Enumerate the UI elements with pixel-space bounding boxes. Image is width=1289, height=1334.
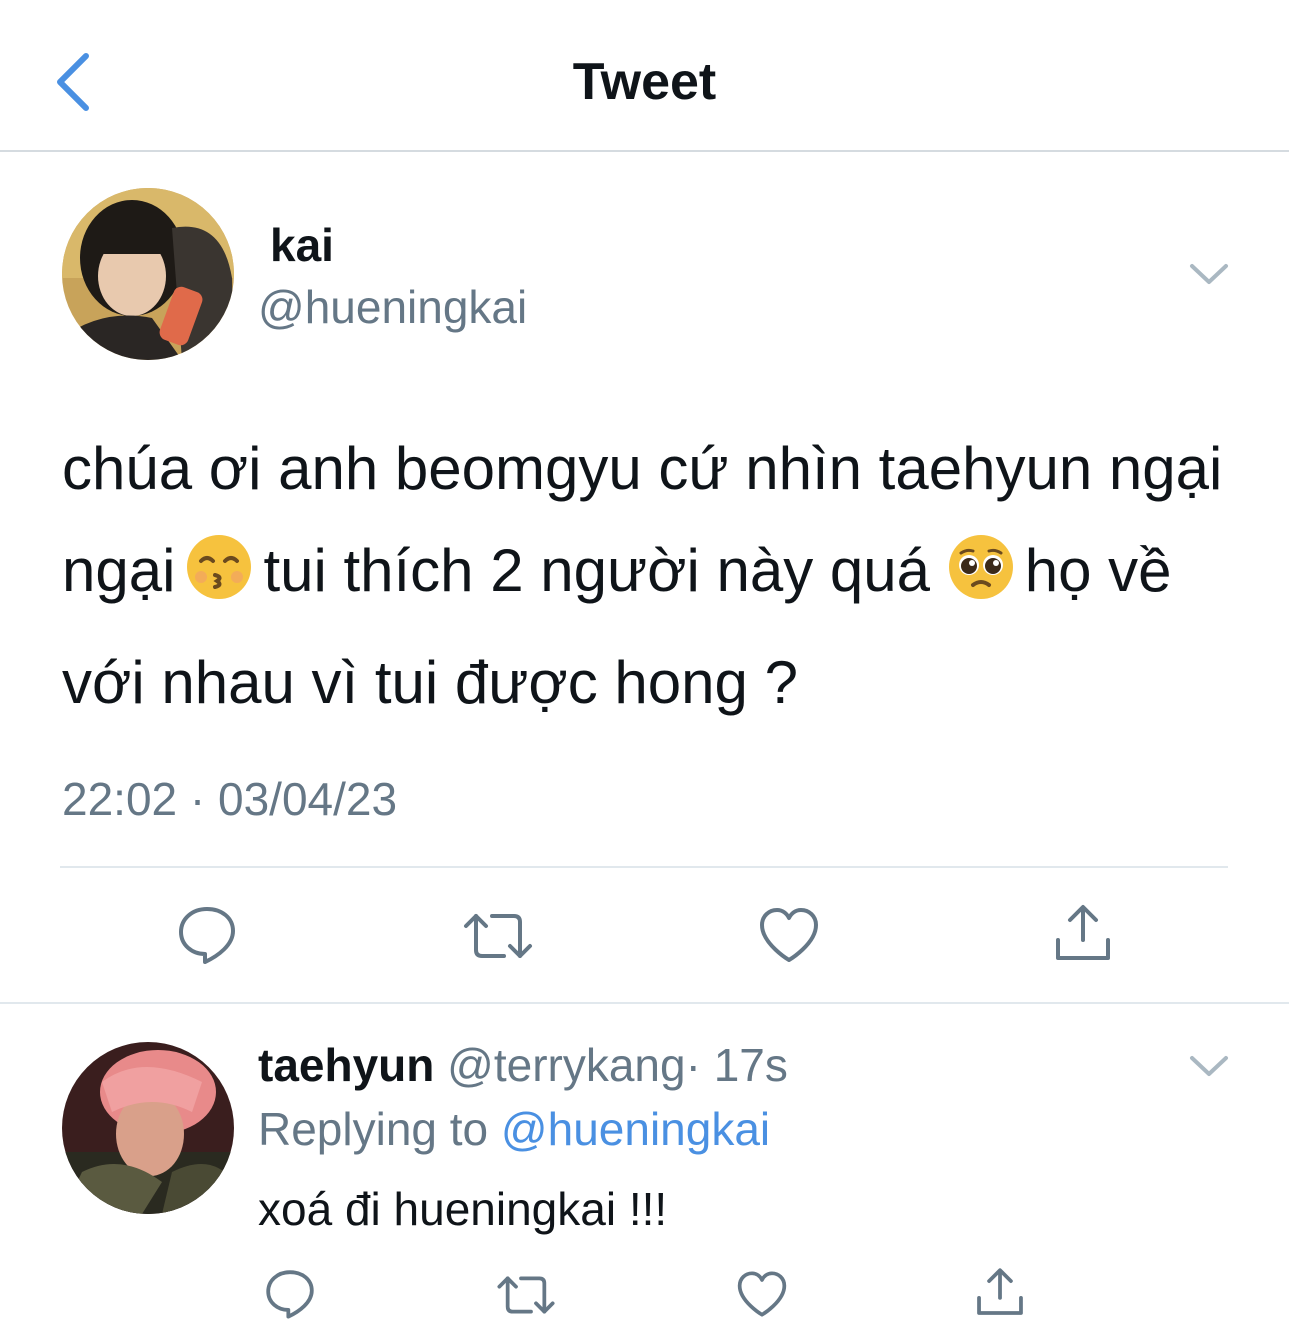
share-button[interactable] [1052, 902, 1114, 964]
reply-author-handle[interactable]: @terrykang [447, 1039, 685, 1091]
replying-to-mention[interactable]: @hueningkai [501, 1103, 770, 1155]
author-avatar[interactable] [62, 188, 234, 360]
tweet-text-part-2: tui thích 2 người này quá [263, 537, 931, 604]
reply-author-avatar[interactable] [62, 1042, 234, 1214]
reply-reply-button[interactable] [264, 1268, 316, 1320]
heart-icon [737, 1271, 787, 1317]
top-nav-bar: Tweet [0, 0, 1289, 152]
divider [0, 1002, 1289, 1004]
reply-text: xoá đi hueningkai !!! [258, 1183, 668, 1235]
pleading-face-emoji-icon [947, 530, 1015, 632]
retweet-icon [497, 1276, 555, 1314]
comment-icon [179, 907, 235, 964]
reply-options-button[interactable] [1186, 1050, 1232, 1080]
reply-button[interactable] [176, 904, 238, 966]
heart-icon [760, 908, 818, 962]
tweet-timestamp[interactable]: 22:02 · 03/04/23 [62, 772, 397, 826]
author-display-name[interactable]: kai [270, 218, 334, 272]
tweet-text: chúa ơi anh beomgyu cứ nhìn taehyun ngại… [62, 418, 1252, 734]
reply-share-button[interactable] [974, 1266, 1026, 1318]
retweet-button[interactable] [462, 906, 534, 966]
reply-like-button[interactable] [736, 1270, 788, 1318]
reply-author-display-name[interactable]: taehyun [258, 1039, 434, 1091]
chevron-down-icon [1190, 264, 1228, 284]
reply-time: · 17s [685, 1039, 788, 1091]
like-button[interactable] [758, 906, 820, 964]
kissing-face-emoji-icon [185, 530, 253, 632]
share-icon [977, 1268, 1023, 1315]
author-handle[interactable]: @hueningkai [258, 280, 527, 334]
reply-header: taehyun @terrykang· 17s [258, 1038, 788, 1092]
share-icon [1056, 905, 1110, 960]
page-title: Tweet [572, 53, 717, 111]
retweet-icon [464, 914, 532, 958]
divider [60, 866, 1228, 868]
tweet-options-button[interactable] [1186, 258, 1232, 288]
replying-to-label: Replying to [258, 1103, 489, 1155]
comment-icon [266, 1270, 314, 1319]
chevron-down-icon [1190, 1056, 1228, 1076]
reply-retweet-button[interactable] [496, 1270, 556, 1320]
replying-to-line: Replying to @hueningkai [258, 1102, 770, 1156]
